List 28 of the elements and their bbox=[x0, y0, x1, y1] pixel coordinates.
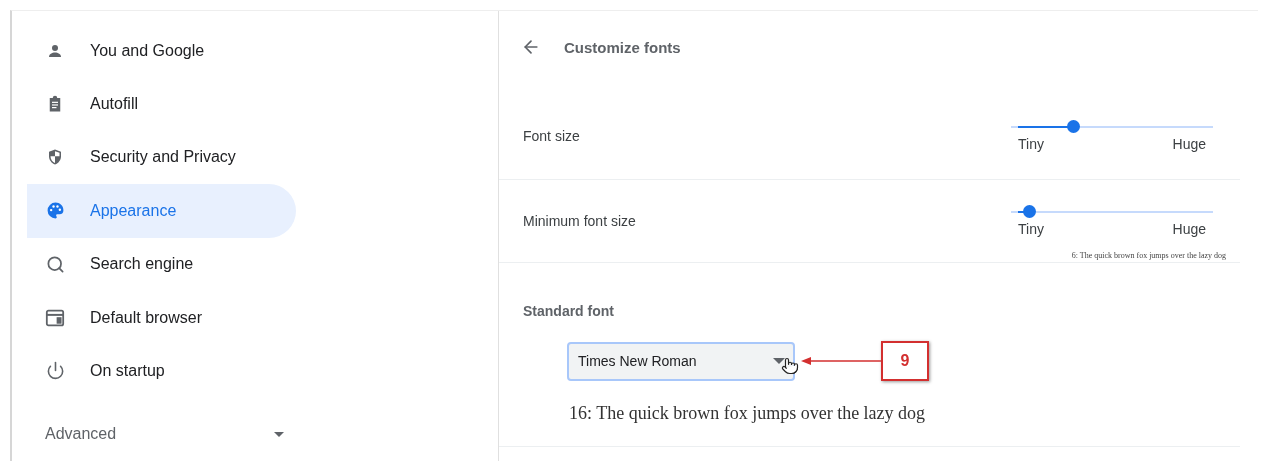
slider-thumb[interactable] bbox=[1023, 205, 1037, 218]
sidebar-item[interactable]: Default browser bbox=[27, 290, 296, 345]
palette-icon bbox=[45, 201, 65, 221]
sidebar-item[interactable]: Appearance bbox=[27, 184, 296, 238]
sidebar-item[interactable]: Search engine bbox=[27, 237, 296, 291]
power-icon bbox=[45, 361, 65, 381]
caret-icon bbox=[773, 358, 785, 364]
setting-label: Font size bbox=[523, 128, 580, 144]
font-preview-text: 6: The quick brown fox jumps over the lazy dog bbox=[1071, 251, 1226, 260]
slider-thumb[interactable] bbox=[1066, 120, 1080, 133]
hand-cursor-icon bbox=[781, 357, 799, 375]
slider-min-label: Tiny bbox=[1018, 221, 1044, 237]
sidebar-item[interactable]: On startup bbox=[27, 344, 296, 398]
font-preview-text: 16: The quick brown fox jumps over the lazy dog bbox=[569, 403, 927, 424]
slider-min-label: Tiny bbox=[1018, 136, 1044, 152]
annotation-callout: 9 bbox=[881, 341, 929, 381]
slider-max-label: Huge bbox=[1172, 136, 1206, 152]
slider-max-label: Huge bbox=[1172, 221, 1206, 237]
sidebar-item[interactable]: Security and Privacy bbox=[27, 130, 296, 185]
sidebar-item[interactable]: Autofill bbox=[27, 77, 296, 131]
font-dropdown[interactable]: Times New Roman bbox=[567, 341, 795, 381]
page-title: Customize fonts bbox=[564, 38, 681, 56]
setting-label: Minimum font size bbox=[523, 213, 636, 229]
browser-window-icon bbox=[45, 308, 65, 327]
advanced-toggle[interactable]: Advanced bbox=[12, 407, 284, 461]
search-icon bbox=[45, 254, 65, 274]
sidebar-item[interactable]: You and Google bbox=[27, 24, 296, 78]
setting-label: Standard font bbox=[523, 303, 615, 319]
